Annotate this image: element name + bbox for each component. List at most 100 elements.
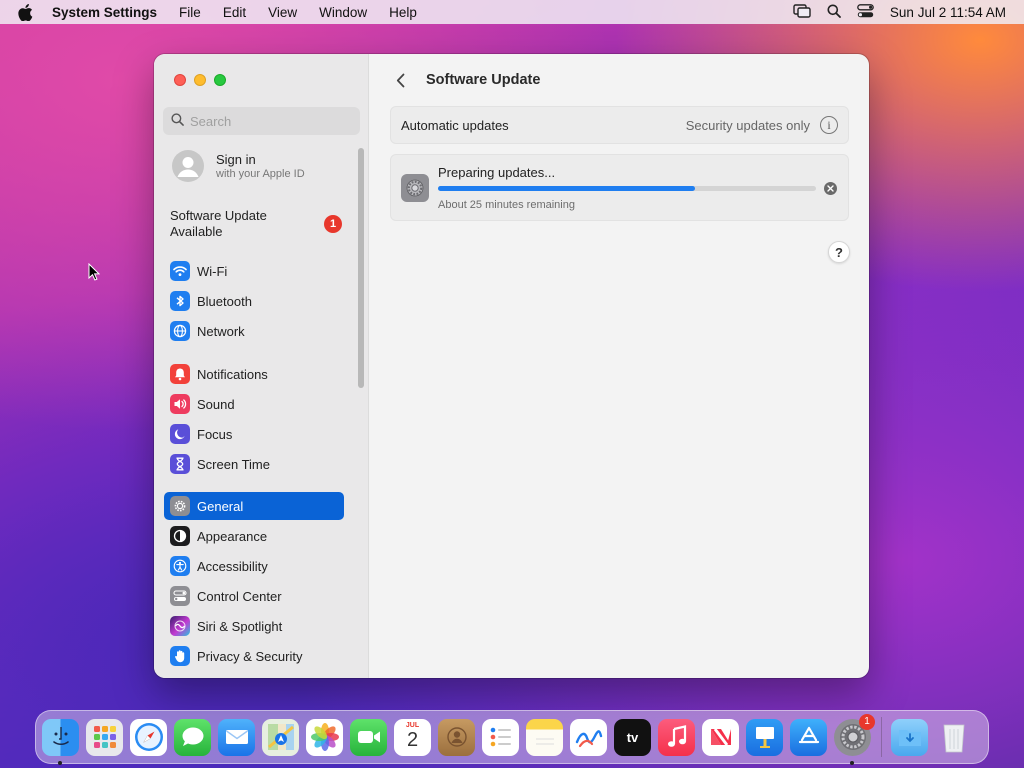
sidebar-item-label: Bluetooth (197, 293, 252, 309)
keynote-icon[interactable] (746, 718, 783, 756)
music-icon[interactable] (658, 718, 695, 756)
messages-icon[interactable] (174, 718, 211, 756)
app-store-icon[interactable] (790, 718, 827, 756)
dock-separator (881, 717, 882, 757)
menu-window[interactable]: Window (319, 5, 367, 20)
sidebar-item-focus[interactable]: Focus (164, 420, 344, 448)
mail-icon[interactable] (218, 718, 255, 756)
speaker-icon (170, 394, 190, 414)
facetime-icon[interactable] (350, 718, 387, 756)
notes-icon[interactable] (526, 718, 563, 756)
sidebar-scrollbar[interactable] (358, 148, 364, 388)
settings-update-badge: 1 (859, 713, 875, 730)
sidebar-item-privacy-security[interactable]: Privacy & Security (164, 642, 344, 670)
sidebar-search[interactable] (163, 107, 360, 135)
menu-clock[interactable]: Sun Jul 2 11:54 AM (890, 5, 1006, 20)
sidebar-item-label: Sound (197, 396, 235, 412)
sidebar-item-network[interactable]: Network (164, 317, 344, 345)
cancel-update-button[interactable] (824, 182, 837, 195)
freeform-icon[interactable] (570, 718, 607, 756)
maps-icon[interactable] (262, 718, 299, 756)
sidebar-item-label: Appearance (197, 528, 268, 544)
menu-view[interactable]: View (268, 5, 297, 20)
software-update-available[interactable]: Software Update Available 1 (170, 208, 342, 240)
news-icon[interactable] (702, 718, 739, 756)
mouse-cursor-icon (88, 262, 101, 286)
sidebar-item-general[interactable]: General (164, 492, 344, 520)
sidebar-item-label: Focus (197, 426, 233, 442)
bell-icon (170, 364, 190, 384)
reminders-icon[interactable] (482, 718, 519, 756)
apple-tv-icon[interactable]: tv (614, 718, 651, 756)
calendar-day: 2 (406, 729, 419, 751)
system-settings-window: Sign in with your Apple ID Software Upda… (154, 54, 869, 678)
automatic-updates-row: Automatic updates Security updates only … (390, 106, 849, 144)
contacts-icon[interactable] (438, 718, 475, 756)
help-button[interactable]: ? (828, 241, 850, 263)
control-center-menu-icon[interactable] (857, 3, 874, 21)
wifi-icon (170, 261, 190, 281)
automatic-updates-value: Security updates only (685, 117, 810, 133)
sidebar-item-accessibility[interactable]: Accessibility (164, 552, 344, 580)
apple-id-signin[interactable]: Sign in with your Apple ID (172, 150, 305, 182)
page-title: Software Update (426, 72, 541, 88)
window-controls (174, 74, 226, 86)
minimize-window-button[interactable] (194, 74, 206, 86)
sidebar-item-screen-time[interactable]: Screen Time (164, 450, 344, 478)
back-button[interactable] (390, 70, 410, 90)
photos-icon[interactable] (306, 718, 343, 756)
tv-label: tv (626, 729, 639, 745)
sidebar-item-label: Wi-Fi (197, 263, 228, 279)
sidebar-item-notifications[interactable]: Notifications (164, 360, 344, 388)
avatar (172, 150, 204, 182)
search-icon (171, 113, 184, 129)
spotlight-search-icon[interactable] (827, 4, 841, 21)
menu-file[interactable]: File (179, 5, 201, 20)
zoom-window-button[interactable] (214, 74, 226, 86)
menu-help[interactable]: Help (389, 5, 417, 20)
progress-subtitle: About 25 minutes remaining (438, 199, 575, 211)
automatic-updates-label: Automatic updates (401, 117, 509, 133)
sidebar-item-siri-spotlight[interactable]: Siri & Spotlight (164, 612, 344, 640)
sidebar-item-wifi[interactable]: Wi-Fi (164, 257, 344, 285)
signin-subtitle: with your Apple ID (216, 168, 305, 180)
finder-icon[interactable] (42, 718, 79, 765)
sidebar-item-bluetooth[interactable]: Bluetooth (164, 287, 344, 315)
close-window-button[interactable] (174, 74, 186, 86)
screen-mirroring-icon[interactable] (793, 3, 811, 21)
globe-icon (170, 321, 190, 341)
downloads-folder-icon[interactable] (891, 718, 928, 756)
sidebar-item-appearance[interactable]: Appearance (164, 522, 344, 550)
sidebar-item-label: Accessibility (197, 558, 268, 574)
apple-menu-icon[interactable] (18, 3, 38, 21)
search-input[interactable] (190, 113, 350, 129)
sidebar-item-label: Siri & Spotlight (197, 618, 283, 634)
menu-edit[interactable]: Edit (223, 5, 246, 20)
calendar-icon[interactable]: JUL 2 (394, 718, 431, 756)
moon-icon (170, 424, 190, 444)
main-pane: Software Update Automatic updates Securi… (370, 54, 869, 678)
launchpad-icon[interactable] (86, 718, 123, 756)
info-icon[interactable]: i (820, 116, 838, 134)
progress-bar (438, 186, 816, 191)
sidebar-item-label: General (197, 498, 244, 514)
scrollbar-thumb[interactable] (358, 148, 364, 388)
control-center-icon (170, 586, 190, 606)
sidebar-item-label: Privacy & Security (197, 648, 303, 664)
sidebar-item-control-center[interactable]: Control Center (164, 582, 344, 610)
safari-icon[interactable] (130, 718, 167, 756)
software-update-gear-icon (401, 174, 429, 202)
menu-app-name[interactable]: System Settings (52, 5, 157, 20)
sidebar-item-sound[interactable]: Sound (164, 390, 344, 418)
update-count-badge: 1 (324, 215, 342, 233)
trash-icon[interactable] (935, 719, 972, 756)
sidebar-item-label: Notifications (197, 366, 268, 382)
menu-bar: System Settings File Edit View Window He… (0, 0, 1024, 24)
accessibility-icon (170, 556, 190, 576)
system-settings-dock-icon[interactable]: 1 (834, 713, 875, 765)
running-indicator (850, 760, 854, 765)
pane-header: Software Update (390, 70, 540, 90)
sidebar: Sign in with your Apple ID Software Upda… (154, 54, 369, 678)
hand-icon (170, 646, 190, 666)
progress-title: Preparing updates... (438, 165, 556, 180)
